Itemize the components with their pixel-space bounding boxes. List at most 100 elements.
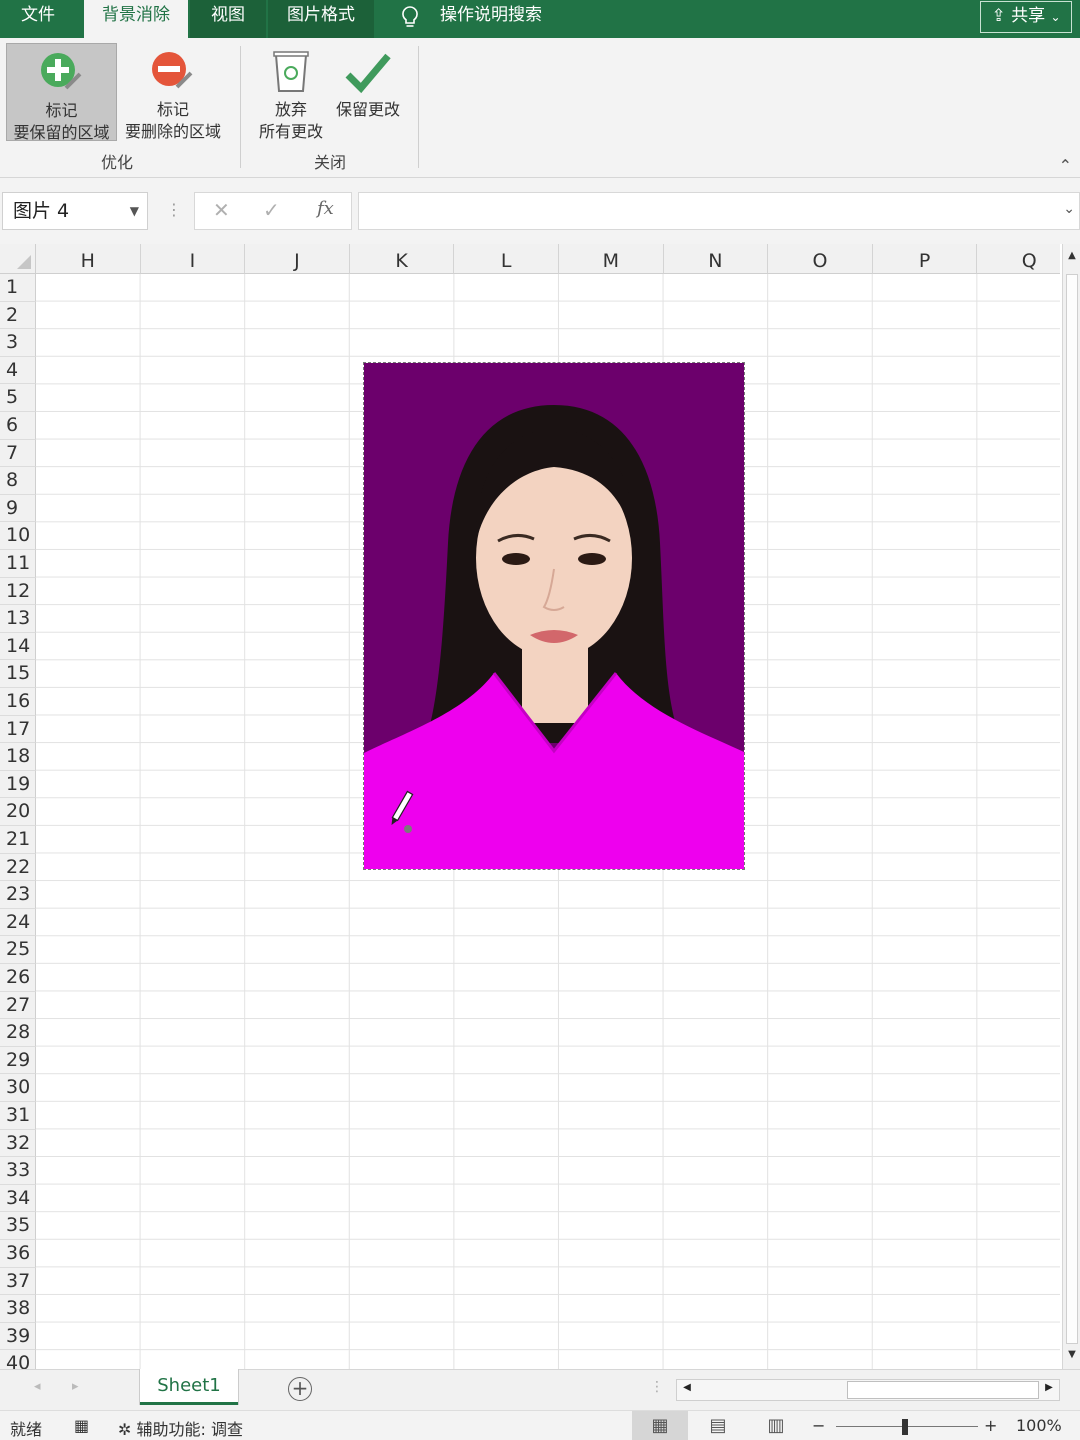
zoom-in-button[interactable]: + xyxy=(984,1416,997,1435)
row-header[interactable]: 7 xyxy=(0,439,36,468)
normal-view-icon[interactable]: ▦ xyxy=(632,1411,688,1440)
select-all-corner[interactable] xyxy=(0,244,36,274)
row-header[interactable]: 5 xyxy=(0,384,36,412)
row-header[interactable]: 6 xyxy=(0,412,36,440)
splitter-dots-icon[interactable]: ⋮ xyxy=(650,1379,664,1395)
column-header[interactable]: Q xyxy=(977,244,1060,274)
zoom-out-button[interactable]: − xyxy=(812,1416,825,1435)
column-header[interactable]: M xyxy=(559,244,664,274)
vertical-scrollbar[interactable]: ▲ ▼ xyxy=(1062,244,1080,1369)
splitter-dots-icon[interactable]: ⋮ xyxy=(166,200,182,219)
row-header[interactable]: 13 xyxy=(0,605,36,633)
mark-remove-label-1: 标记 xyxy=(156,100,189,119)
column-header[interactable]: I xyxy=(140,244,246,274)
discard-all-changes-button[interactable]: 放弃 所有更改 xyxy=(250,43,332,141)
row-header[interactable]: 23 xyxy=(0,881,36,909)
mark-areas-to-keep-button[interactable]: 标记 要保留的区域 xyxy=(6,43,117,142)
row-header[interactable]: 12 xyxy=(0,577,36,606)
row-header[interactable]: 30 xyxy=(0,1074,36,1102)
add-sheet-icon[interactable]: + xyxy=(288,1377,312,1401)
formula-buttons: ✕ ✓ fx xyxy=(194,192,352,230)
accessibility-icon: ✲ xyxy=(118,1420,132,1439)
row-header[interactable]: 1 xyxy=(0,274,36,302)
recycle-bin-icon xyxy=(273,51,309,92)
row-header[interactable]: 38 xyxy=(0,1295,36,1323)
portrait-picture[interactable] xyxy=(363,362,745,870)
enter-icon[interactable]: ✓ xyxy=(263,198,280,222)
row-header[interactable]: 33 xyxy=(0,1157,36,1185)
row-header[interactable]: 20 xyxy=(0,798,36,826)
tell-me-search[interactable]: 操作说明搜索 xyxy=(432,0,550,38)
row-header[interactable]: 15 xyxy=(0,660,36,688)
fx-icon[interactable]: fx xyxy=(317,198,334,219)
vertical-scroll-thumb[interactable] xyxy=(1066,274,1078,1344)
tab-view[interactable]: 视图 xyxy=(190,0,266,38)
row-header[interactable]: 22 xyxy=(0,853,36,882)
tab-background-removal[interactable]: 背景消除 xyxy=(84,0,188,40)
horizontal-scroll-thumb[interactable] xyxy=(847,1381,1039,1399)
group-label-close: 关闭 xyxy=(313,153,346,172)
formula-input[interactable]: ⌄ xyxy=(358,192,1080,230)
name-box[interactable]: 图片 4 ▼ xyxy=(2,192,148,230)
row-header[interactable]: 35 xyxy=(0,1212,36,1240)
column-header[interactable]: L xyxy=(454,244,559,274)
row-header[interactable]: 2 xyxy=(0,301,36,330)
row-header[interactable]: 40 xyxy=(0,1350,36,1369)
row-header[interactable]: 9 xyxy=(0,494,36,523)
row-header[interactable]: 21 xyxy=(0,826,36,854)
row-header[interactable]: 8 xyxy=(0,467,36,495)
zoom-slider-thumb[interactable] xyxy=(902,1419,908,1435)
chevron-down-icon[interactable]: ⌄ xyxy=(1063,201,1075,217)
column-header[interactable]: O xyxy=(768,244,873,274)
status-ready: 就绪 xyxy=(10,1420,43,1439)
cancel-icon[interactable]: ✕ xyxy=(213,198,230,222)
column-header[interactable]: P xyxy=(872,244,978,274)
row-header[interactable]: 26 xyxy=(0,964,36,992)
row-header[interactable]: 17 xyxy=(0,715,36,744)
row-header[interactable]: 11 xyxy=(0,550,36,578)
row-header[interactable]: 36 xyxy=(0,1240,36,1268)
row-header[interactable]: 28 xyxy=(0,1019,36,1047)
row-header[interactable]: 37 xyxy=(0,1267,36,1296)
sheet-tab-sheet1[interactable]: Sheet1 xyxy=(140,1369,238,1405)
column-header[interactable]: N xyxy=(663,244,769,274)
zoom-level[interactable]: 100% xyxy=(1016,1416,1062,1435)
page-break-preview-icon[interactable]: ▥ xyxy=(748,1411,804,1440)
previous-sheet-icon[interactable]: ◂ xyxy=(34,1379,41,1394)
row-header[interactable]: 19 xyxy=(0,770,36,799)
column-header[interactable]: J xyxy=(245,244,350,274)
scroll-left-icon[interactable]: ◀ xyxy=(679,1382,695,1398)
next-sheet-icon[interactable]: ▸ xyxy=(72,1379,79,1394)
row-header[interactable]: 34 xyxy=(0,1184,36,1213)
tab-picture-format[interactable]: 图片格式 xyxy=(268,0,374,38)
scroll-right-icon[interactable]: ▶ xyxy=(1041,1382,1057,1398)
macro-record-icon[interactable]: ▦ xyxy=(74,1416,89,1435)
mark-areas-to-remove-button[interactable]: 标记 要删除的区域 xyxy=(118,43,228,141)
lightbulb-icon[interactable] xyxy=(392,0,428,38)
row-header[interactable]: 31 xyxy=(0,1102,36,1130)
share-button[interactable]: ⇪ 共享 ⌄ xyxy=(980,1,1072,33)
row-header[interactable]: 39 xyxy=(0,1322,36,1351)
accessibility-checker[interactable]: ✲ 辅助功能: 调查 xyxy=(118,1416,243,1440)
row-header[interactable]: 24 xyxy=(0,908,36,937)
column-header[interactable]: K xyxy=(349,244,455,274)
collapse-ribbon-icon[interactable]: ⌃ xyxy=(1059,156,1072,175)
row-header[interactable]: 10 xyxy=(0,522,36,550)
row-header[interactable]: 29 xyxy=(0,1046,36,1075)
keep-changes-button[interactable]: 保留更改 xyxy=(330,43,406,141)
row-header[interactable]: 14 xyxy=(0,632,36,661)
row-header[interactable]: 27 xyxy=(0,991,36,1020)
horizontal-scrollbar[interactable]: ◀ ▶ xyxy=(676,1379,1060,1401)
column-header[interactable]: H xyxy=(36,244,141,274)
scroll-down-icon[interactable]: ▼ xyxy=(1065,1349,1079,1367)
row-header[interactable]: 3 xyxy=(0,329,36,357)
page-layout-view-icon[interactable]: ▤ xyxy=(690,1411,746,1440)
row-header[interactable]: 16 xyxy=(0,688,36,716)
row-header[interactable]: 18 xyxy=(0,743,36,771)
row-header[interactable]: 25 xyxy=(0,936,36,964)
tab-file[interactable]: 文件 xyxy=(0,0,76,38)
row-header[interactable]: 4 xyxy=(0,356,36,385)
scroll-up-icon[interactable]: ▲ xyxy=(1065,250,1079,268)
chevron-down-icon[interactable]: ▼ xyxy=(130,193,139,229)
row-header[interactable]: 32 xyxy=(0,1129,36,1158)
